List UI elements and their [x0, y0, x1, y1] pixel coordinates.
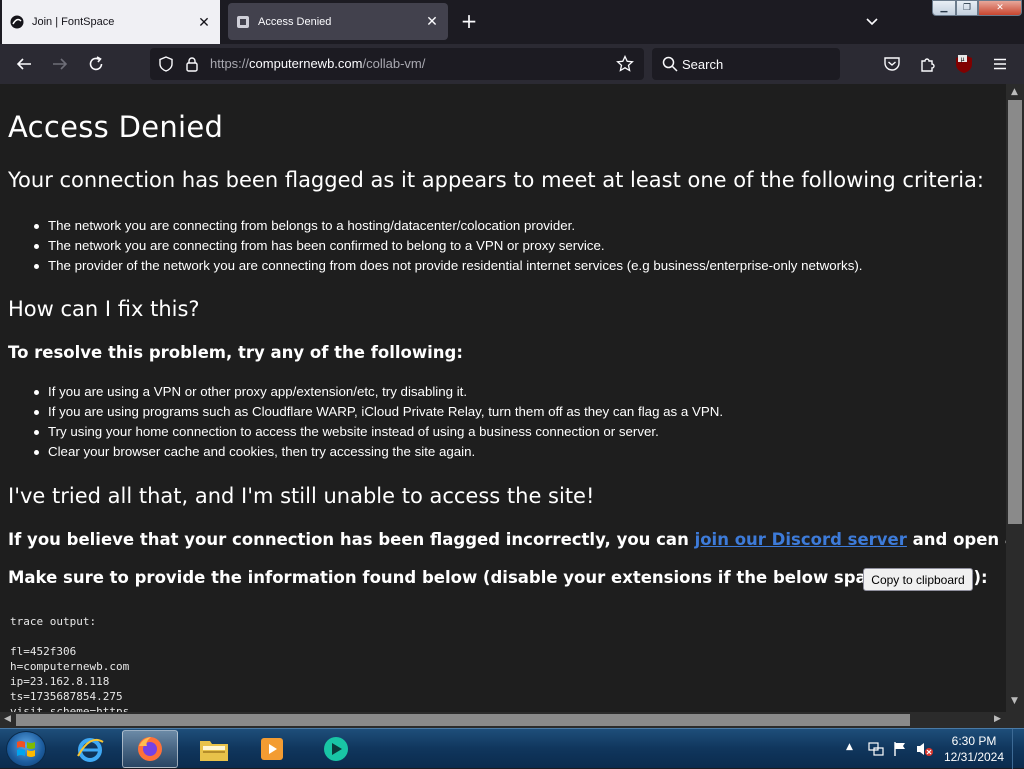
- list-item: If you are using a VPN or other proxy ap…: [32, 382, 723, 402]
- minimize-button[interactable]: ▁: [932, 0, 956, 16]
- bookmark-star-icon[interactable]: [616, 54, 634, 77]
- folder-icon: [200, 741, 228, 761]
- page-content: Access Denied Your connection has been f…: [0, 84, 1006, 712]
- firefox-taskbar-button[interactable]: [122, 730, 178, 768]
- window-controls: ▁ ❐ ✕: [932, 0, 1022, 16]
- flagged-heading: Your connection has been flagged as it a…: [8, 168, 984, 192]
- list-item: If you are using programs such as Cloudf…: [32, 402, 723, 422]
- forward-arrow-icon: [53, 58, 68, 70]
- search-bar[interactable]: Search: [652, 48, 840, 80]
- svg-text:μ: μ: [961, 56, 965, 63]
- app-menu-button[interactable]: [988, 52, 1012, 76]
- list-item: The network you are connecting from belo…: [32, 216, 862, 236]
- pocket-icon: [884, 57, 900, 71]
- back-button[interactable]: [12, 52, 36, 76]
- close-tab-icon[interactable]: ✕: [424, 13, 440, 30]
- show-desktop-button[interactable]: [1012, 729, 1024, 769]
- clock[interactable]: 6:30 PM 12/31/2024: [938, 733, 1010, 765]
- extensions-button[interactable]: [916, 52, 940, 76]
- firefox-icon: [138, 737, 162, 761]
- scroll-left-arrow-icon[interactable]: ◀: [4, 714, 11, 724]
- windows-taskbar: ▲ 6:30 PM 12/31/2024: [0, 728, 1024, 769]
- believe-paragraph: If you believe that your connection has …: [8, 530, 1006, 549]
- tab-label: Join | FontSpace: [32, 16, 115, 28]
- reload-icon: [89, 56, 103, 71]
- fixes-list: If you are using a VPN or other proxy ap…: [32, 382, 723, 462]
- puzzle-piece-icon: [921, 58, 935, 72]
- start-button[interactable]: [6, 731, 46, 767]
- url-path: /collab-vm/: [362, 56, 426, 71]
- network-icon[interactable]: [868, 741, 884, 761]
- app-taskbar-button[interactable]: [308, 730, 364, 768]
- tab-access-denied[interactable]: Access Denied ✕: [228, 3, 448, 40]
- vertical-scrollbar[interactable]: ▲ ▼: [1006, 84, 1024, 712]
- back-arrow-icon: [16, 58, 31, 70]
- close-tab-icon[interactable]: ✕: [196, 14, 212, 30]
- tab-label: Access Denied: [258, 15, 332, 28]
- scroll-up-arrow-icon[interactable]: ▲: [1011, 87, 1018, 97]
- tab-strip: Join | FontSpace ✕ Access Denied ✕ + ▁ ❐…: [0, 0, 1024, 44]
- discord-link[interactable]: join our Discord server: [695, 530, 907, 549]
- volume-muted-icon[interactable]: [916, 741, 934, 761]
- list-item: The provider of the network you are conn…: [32, 256, 862, 276]
- scroll-right-arrow-icon[interactable]: ▶: [994, 714, 1001, 724]
- pocket-button[interactable]: [880, 52, 904, 76]
- navigation-toolbar: https://computernewb.com/collab-vm/ Sear…: [0, 44, 1024, 84]
- scroll-down-arrow-icon[interactable]: ▼: [1011, 696, 1018, 706]
- maximize-button[interactable]: ❐: [956, 0, 978, 16]
- internet-explorer-icon: [77, 738, 104, 762]
- close-window-button[interactable]: ✕: [978, 0, 1022, 16]
- show-hidden-icons-icon[interactable]: ▲: [846, 742, 853, 752]
- list-item: Clear your browser cache and cookies, th…: [32, 442, 723, 462]
- reload-button[interactable]: [84, 52, 108, 76]
- copy-to-clipboard-button[interactable]: Copy to clipboard: [863, 568, 973, 591]
- vertical-scroll-thumb[interactable]: [1008, 100, 1022, 524]
- search-icon: [662, 56, 678, 76]
- horizontal-scrollbar[interactable]: ◀ ▶: [0, 712, 1024, 728]
- trace-output[interactable]: trace output: fl=452f306 h=computernewb.…: [10, 614, 129, 712]
- media-player-taskbar-button[interactable]: [244, 730, 300, 768]
- url-scheme: https://: [210, 56, 250, 71]
- list-item: Try using your home connection to access…: [32, 422, 723, 442]
- resolve-intro: To resolve this problem, try any of the …: [8, 343, 463, 362]
- hamburger-menu-icon: [994, 58, 1006, 70]
- media-player-icon: [261, 738, 283, 760]
- tried-heading: I've tried all that, and I'm still unabl…: [8, 484, 595, 508]
- lock-icon[interactable]: [184, 56, 200, 76]
- clock-time: 6:30 PM: [951, 734, 997, 748]
- search-placeholder: Search: [682, 57, 724, 72]
- ublock-extension-button[interactable]: μ: [952, 52, 976, 76]
- criteria-list: The network you are connecting from belo…: [32, 216, 862, 276]
- provide-info-text: Make sure to provide the information fou…: [8, 568, 988, 587]
- teal-app-icon: [324, 737, 348, 761]
- url-text[interactable]: https://computernewb.com/collab-vm/: [210, 56, 425, 71]
- horizontal-scroll-thumb[interactable]: [16, 714, 910, 726]
- page-title: Access Denied: [8, 110, 224, 144]
- file-explorer-taskbar-button[interactable]: [186, 730, 242, 768]
- action-center-flag-icon[interactable]: [892, 741, 908, 761]
- site-favicon-icon: [236, 15, 250, 29]
- fix-heading: How can I fix this?: [8, 297, 200, 321]
- address-bar[interactable]: https://computernewb.com/collab-vm/: [150, 48, 644, 80]
- list-all-tabs-button[interactable]: [862, 12, 882, 32]
- internet-explorer-taskbar-button[interactable]: [62, 730, 118, 768]
- believe-suffix: and open a ticket.: [912, 530, 1006, 549]
- clock-date: 12/31/2024: [943, 750, 1005, 764]
- forward-button[interactable]: [48, 52, 72, 76]
- windows-logo-icon: [17, 741, 35, 757]
- believe-prefix: If you believe that your connection has …: [8, 530, 695, 549]
- new-tab-button[interactable]: +: [458, 10, 480, 32]
- tracking-protection-shield-icon[interactable]: [158, 56, 174, 76]
- list-item: The network you are connecting from has …: [32, 236, 862, 256]
- ublock-shield-icon: μ: [956, 55, 972, 73]
- url-host: computernewb.com: [249, 56, 363, 71]
- tab-fontspace[interactable]: Join | FontSpace ✕: [2, 0, 220, 44]
- fontspace-favicon-icon: [10, 15, 24, 29]
